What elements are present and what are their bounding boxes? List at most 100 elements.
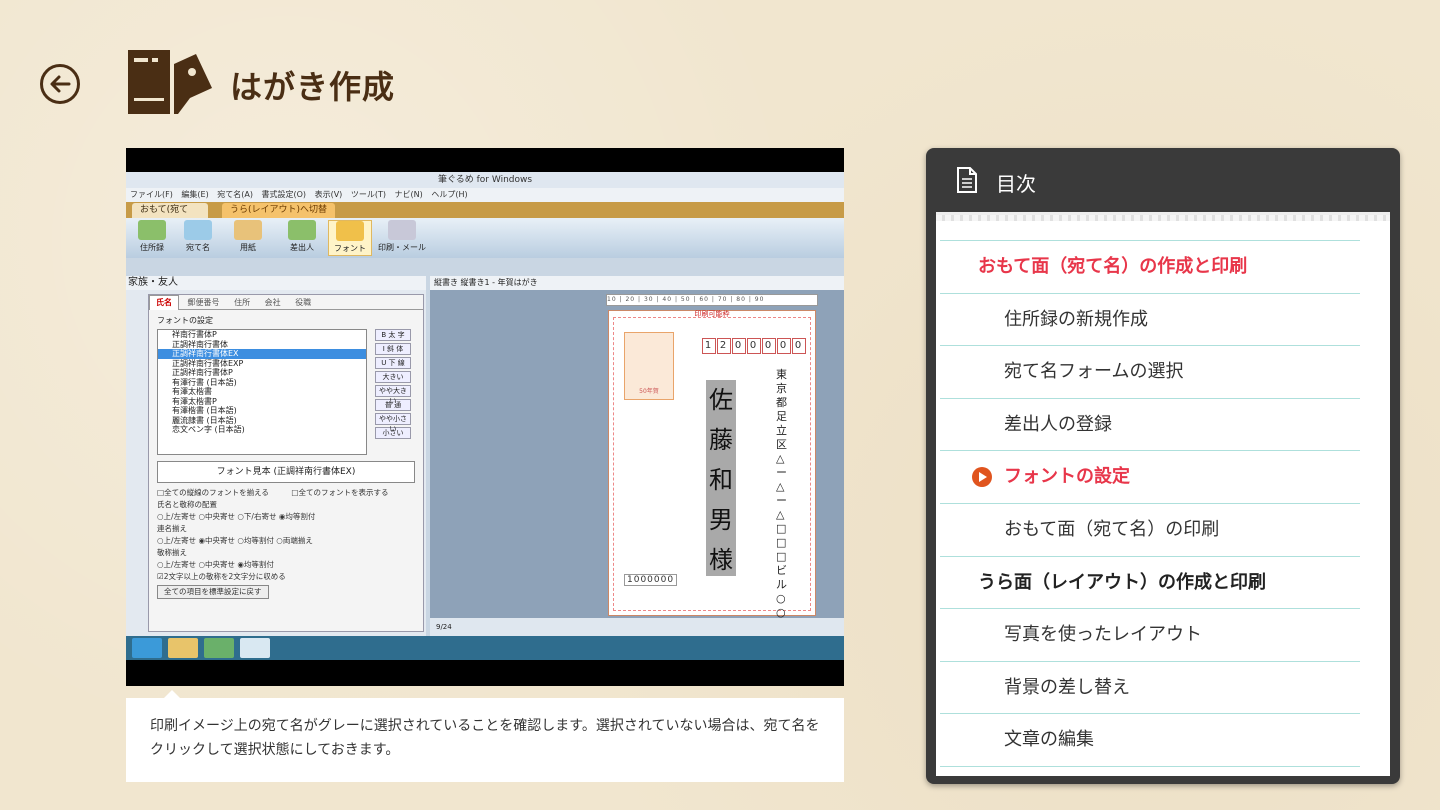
- layout-options: □全ての縦線のフォントを揃える □全てのフォントを表示する 氏名と敬称の配置 ○…: [157, 487, 417, 599]
- toc-divider: [940, 765, 1360, 767]
- option-line: 連名揃え: [157, 524, 187, 533]
- tool-recipient[interactable]: 宛て名: [176, 220, 220, 256]
- toc-item-sender-registration[interactable]: 差出人の登録: [940, 397, 1360, 451]
- size-large-button[interactable]: 大きい: [375, 371, 411, 383]
- font-settings-label: フォントの設定: [157, 316, 213, 325]
- font-option[interactable]: 有澤太楷書: [158, 387, 366, 397]
- option-line[interactable]: □全ての縦線のフォントを揃える □全てのフォントを表示する: [157, 487, 417, 499]
- font-option[interactable]: 有澤楷書 (日本語): [158, 406, 366, 416]
- tool-font[interactable]: フォント: [328, 220, 372, 256]
- toc-item-photo-layout[interactable]: 写真を使ったレイアウト: [940, 608, 1360, 661]
- font-option[interactable]: 正調祥南行書体EXP: [158, 359, 366, 369]
- step-caption: 印刷イメージ上の宛て名がグレーに選択されていることを確認します。選択されていない…: [126, 698, 844, 782]
- app-menubar: ファイル(F) 編集(E) 宛て名(A) 書式設定(O) 表示(V) ツール(T…: [126, 188, 844, 202]
- panel-tab-zip[interactable]: 郵便番号: [182, 296, 226, 310]
- toc-header: 目次: [926, 148, 1400, 212]
- menu-item[interactable]: ファイル(F): [130, 190, 173, 199]
- fudegurume-icon[interactable]: [240, 638, 270, 658]
- font-option[interactable]: 有澤太楷書P: [158, 397, 366, 407]
- app-body: 家族・友人 氏名 郵便番号 住所 会社 役職 フォントの設定 祥南行書体P 正調…: [126, 276, 844, 636]
- toc-item-background-replace[interactable]: 背景の差し替え: [940, 660, 1360, 714]
- italic-button[interactable]: I 斜 体: [375, 343, 411, 355]
- app-tabs: おもて(宛て名) うら(レイアウト)へ切替: [126, 202, 844, 230]
- toc-list: おもて面（宛て名）の作成と印刷 住所録の新規作成 宛て名フォームの選択 差出人の…: [940, 240, 1360, 767]
- stamp-label: 50年賀: [639, 388, 659, 395]
- toc-item-new-address-book[interactable]: 住所録の新規作成: [940, 292, 1360, 346]
- app-icon[interactable]: [204, 638, 234, 658]
- tab-front[interactable]: おもて(宛て名): [132, 203, 208, 230]
- option-line[interactable]: ○上/左寄せ ○中央寄せ ○下/右寄せ ◉均等割付: [157, 511, 417, 523]
- recipient-name-selected[interactable]: 佐藤和男様: [706, 380, 736, 576]
- panel-tab-address[interactable]: 住所: [228, 296, 256, 310]
- preview-header: 縦書き 縦書き1 - 年賀はがき: [430, 276, 844, 290]
- ie-icon[interactable]: [132, 638, 162, 658]
- menu-item[interactable]: 表示(V): [315, 190, 343, 199]
- toc-title: 目次: [996, 172, 1036, 196]
- menu-item[interactable]: ヘルプ(H): [431, 190, 467, 199]
- option-line[interactable]: ○上/左寄せ ○中央寄せ ◉均等割付: [157, 559, 417, 571]
- font-option[interactable]: 有澤行書 (日本語): [158, 378, 366, 388]
- group-name: 家族・友人: [126, 276, 426, 290]
- stamp: 50年賀: [624, 332, 674, 400]
- folder-icon[interactable]: [168, 638, 198, 658]
- toc-item-front-section[interactable]: おもて面（宛て名）の作成と印刷: [940, 240, 1360, 293]
- underline-button[interactable]: U 下 線: [375, 357, 411, 369]
- font-option[interactable]: 正調祥南行書体: [158, 340, 366, 350]
- font-option[interactable]: 恋文ペン字 (日本語): [158, 425, 366, 435]
- preview-pane: 縦書き 縦書き1 - 年賀はがき 10 | 20 | 30 | 40 | 50 …: [430, 276, 844, 636]
- font-settings-panel: 氏名 郵便番号 住所 会社 役職 フォントの設定 祥南行書体P 正調祥南行書体 …: [148, 294, 424, 632]
- font-option[interactable]: 祥南行書体P: [158, 330, 366, 340]
- printable-area: 50年賀 1200000 東京都足立区△ー△ー△□□□ビル○○ 佐藤和男様 10…: [613, 317, 811, 619]
- menu-item[interactable]: 書式設定(O): [262, 190, 307, 199]
- caption-notch: [164, 690, 180, 698]
- panel-tab-name[interactable]: 氏名: [149, 295, 179, 310]
- option-line[interactable]: ○上/左寄せ ◉中央寄せ ○均等割付 ○両端揃え: [157, 535, 417, 547]
- panel-tab-company[interactable]: 会社: [259, 296, 287, 310]
- panel-tab-title[interactable]: 役職: [289, 296, 317, 310]
- left-panel: 家族・友人 氏名 郵便番号 住所 会社 役職 フォントの設定 祥南行書体P 正調…: [126, 276, 426, 636]
- back-button[interactable]: [40, 64, 80, 104]
- toc-item-recipient-form[interactable]: 宛て名フォームの選択: [940, 345, 1360, 398]
- page-navigator: 9/24: [430, 618, 844, 636]
- postcard-preview[interactable]: 印刷可能枠 50年賀 1200000 東京都足立区△ー△ー△□□□ビル○○ 佐藤…: [608, 310, 816, 619]
- menu-item[interactable]: 宛て名(A): [217, 190, 253, 199]
- tool-address-book[interactable]: 住所録: [130, 220, 174, 256]
- font-option-selected[interactable]: 正調祥南行書体EX: [158, 349, 366, 359]
- size-normal-button[interactable]: 普 通: [375, 399, 411, 411]
- page-title: はがき作成: [230, 68, 396, 106]
- toc-item-text-edit[interactable]: 文章の編集: [940, 713, 1360, 766]
- tool-paper[interactable]: 用紙: [226, 220, 270, 256]
- tool-print-mail[interactable]: 印刷・メール: [376, 220, 428, 256]
- tab-switch-back[interactable]: うら(レイアウト)へ切替: [222, 203, 336, 218]
- font-sample: フォント見本 (正調祥南行書体EX): [157, 461, 415, 483]
- size-slightly-small-button[interactable]: やや小さい: [375, 413, 411, 433]
- arrow-left-icon: [50, 75, 71, 93]
- toc-item-front-print[interactable]: おもて面（宛て名）の印刷: [940, 502, 1360, 556]
- size-slightly-large-button[interactable]: やや大きい: [375, 385, 411, 405]
- app-window: 筆ぐるめ for Windows ファイル(F) 編集(E) 宛て名(A) 書式…: [126, 172, 844, 660]
- tool-sender[interactable]: 差出人: [280, 220, 324, 256]
- option-line: 敬称揃え: [157, 548, 187, 557]
- option-line: 氏名と敬称の配置: [157, 500, 217, 509]
- size-small-button[interactable]: 小さい: [375, 427, 411, 439]
- bold-button[interactable]: B 太 字: [375, 329, 411, 341]
- page-counter: 9/24: [436, 623, 452, 631]
- menu-item[interactable]: ツール(T): [351, 190, 386, 199]
- recipient-zip[interactable]: 1200000: [702, 338, 807, 354]
- menu-item[interactable]: 編集(E): [181, 190, 208, 199]
- option-line[interactable]: ☑2文字以上の敬称を2文字分に収める: [157, 571, 417, 583]
- document-icon: [957, 167, 977, 193]
- font-option[interactable]: 正調祥南行書体P: [158, 368, 366, 378]
- menu-item[interactable]: ナビ(N): [395, 190, 423, 199]
- app-toolbar: 住所録 宛て名 用紙 差出人 フォント 印刷・メール: [126, 218, 844, 258]
- font-list[interactable]: 祥南行書体P 正調祥南行書体 正調祥南行書体EX 正調祥南行書体EXP 正調祥南…: [157, 329, 367, 455]
- recipient-address[interactable]: 東京都足立区△ー△ー△□□□ビル○○: [776, 368, 790, 620]
- reset-defaults-button[interactable]: 全ての項目を標準設定に戻す: [157, 585, 269, 599]
- toc-item-back-section[interactable]: うら面（レイアウト）の作成と印刷: [940, 555, 1360, 609]
- toc-item-font-settings[interactable]: フォントの設定: [940, 450, 1360, 503]
- font-option[interactable]: 麗流隷書 (日本語): [158, 416, 366, 426]
- tutorial-video[interactable]: 筆ぐるめ for Windows ファイル(F) 編集(E) 宛て名(A) 書式…: [126, 148, 844, 686]
- sender-zip[interactable]: 1000000: [624, 574, 678, 586]
- play-icon: [972, 467, 992, 488]
- font-style-buttons: B 太 字 I 斜 体 U 下 線 大きい やや大きい 普 通 やや小さい 小さ…: [375, 329, 411, 441]
